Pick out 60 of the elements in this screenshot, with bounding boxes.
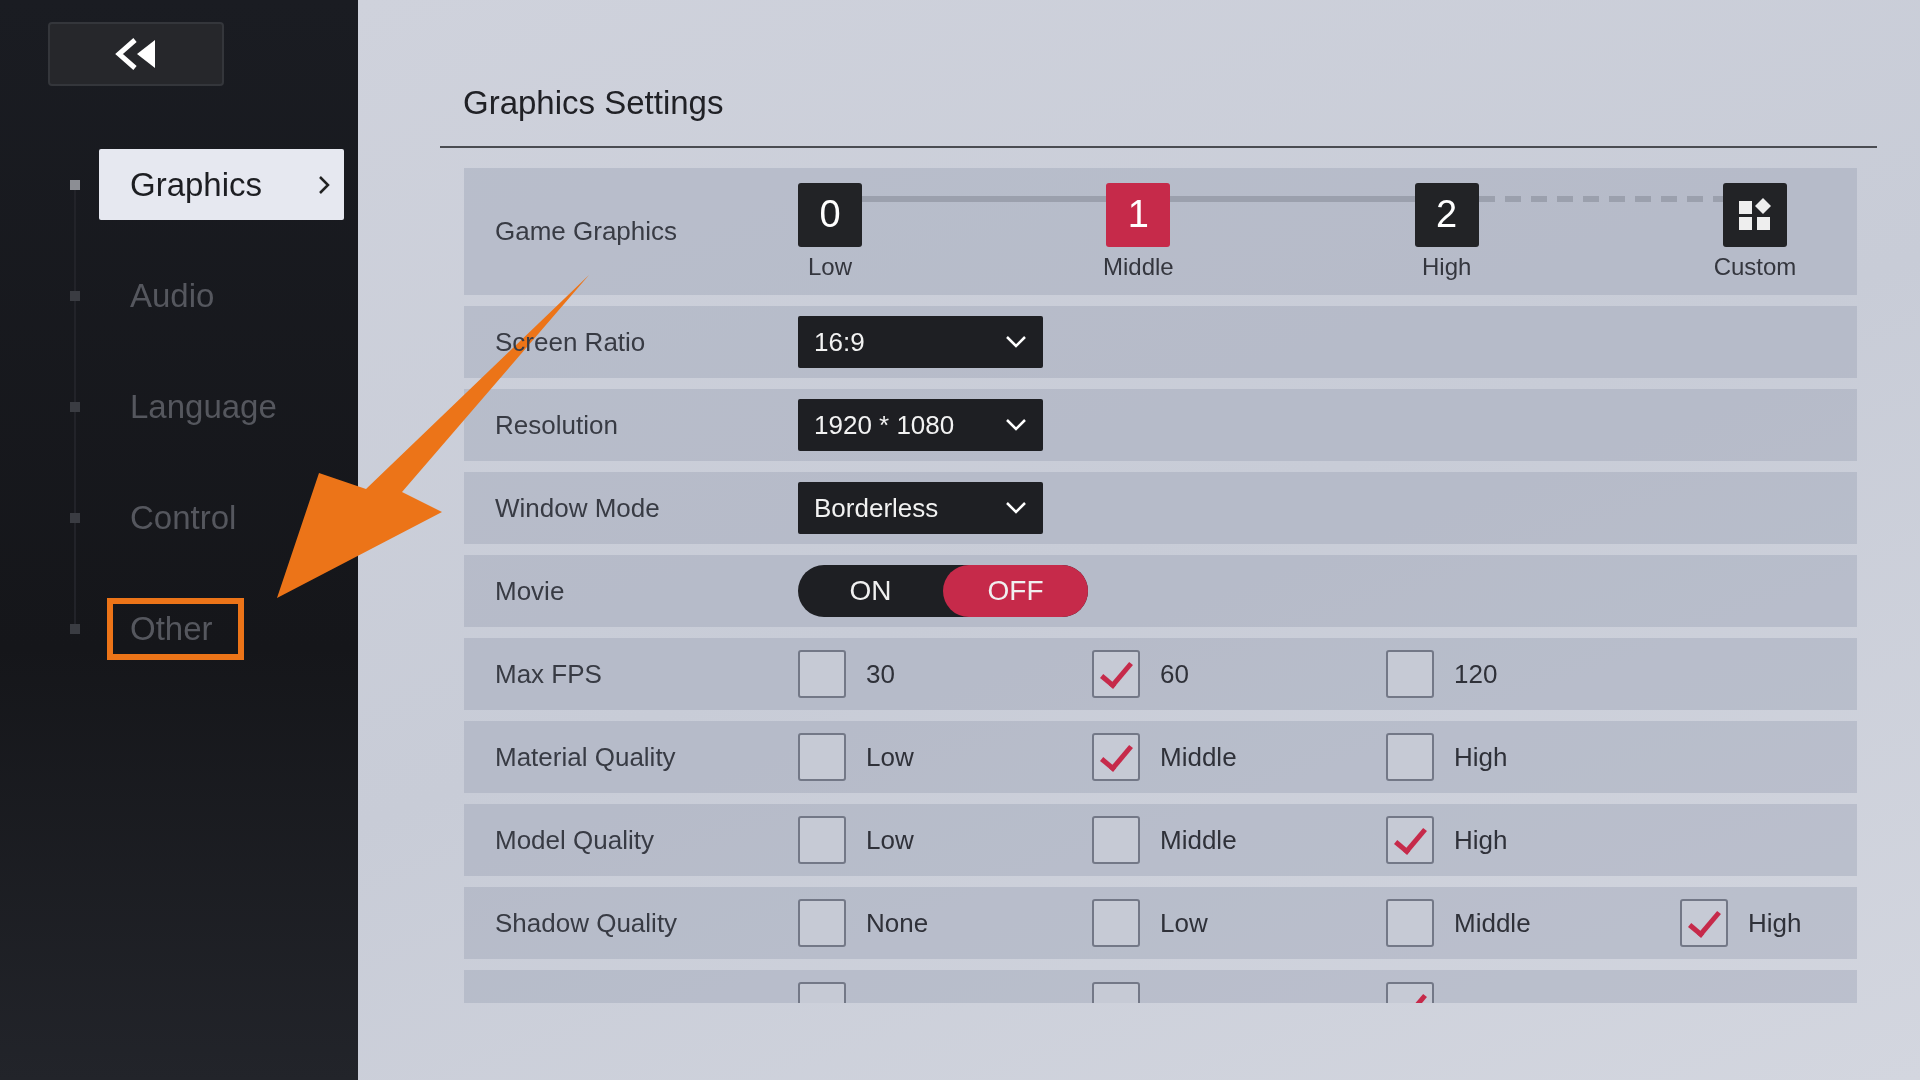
chevron-down-icon	[1005, 501, 1027, 515]
preset-label: Middle	[1103, 252, 1174, 281]
preset-button[interactable]: 2	[1414, 182, 1479, 247]
setting-label: Window Mode	[495, 492, 661, 524]
setting-label: Resolution	[495, 409, 619, 441]
checkbox[interactable]	[1386, 816, 1434, 864]
option-label: Low	[866, 741, 914, 773]
checkbox[interactable]	[1680, 899, 1728, 947]
option-label: Middle	[1160, 741, 1237, 773]
toggle-option[interactable]: OFF	[943, 565, 1088, 617]
nav-bullet	[70, 290, 80, 301]
preset-label: High	[1421, 252, 1472, 281]
checkbox[interactable]	[1386, 733, 1434, 781]
checkbox[interactable]	[1092, 733, 1140, 781]
panel-title: Graphics Settings	[462, 83, 725, 123]
option-label: 30	[866, 658, 895, 690]
checkbox[interactable]	[1386, 650, 1434, 698]
checkbox[interactable]	[1386, 899, 1434, 947]
custom-preset-button[interactable]	[1723, 182, 1787, 247]
option-label: Middle	[1454, 907, 1531, 939]
checkbox[interactable]	[1092, 816, 1140, 864]
chevron-down-icon	[1005, 418, 1027, 432]
dropdown[interactable]: Borderless	[798, 482, 1043, 534]
checkbox[interactable]	[798, 899, 846, 947]
checkbox[interactable]	[1092, 899, 1140, 947]
preset-label: Custom	[1713, 252, 1797, 281]
setting-label: Model Quality	[495, 824, 655, 856]
setting-label: Game Graphics	[495, 216, 679, 247]
option-label: Low	[1160, 907, 1208, 939]
option-label: Low	[866, 824, 914, 856]
setting-label: Shadow Quality	[495, 907, 679, 939]
checkbox[interactable]	[798, 816, 846, 864]
dropdown[interactable]: 1920 * 1080	[798, 399, 1043, 451]
setting-label: Material Quality	[495, 741, 677, 773]
nav-bullet	[70, 623, 80, 634]
chevron-right-icon	[318, 174, 330, 195]
chevron-down-icon	[1005, 335, 1027, 349]
nav-bullet	[70, 401, 80, 412]
option-label: Middle	[1160, 824, 1237, 856]
nav-bullet	[70, 512, 80, 523]
option-label: 120	[1454, 658, 1498, 690]
preset-label: Low	[808, 252, 852, 281]
preset-button[interactable]: 1	[1106, 182, 1171, 247]
setting-label: Max FPS	[495, 658, 603, 690]
option-label: None	[866, 907, 929, 939]
grid-icon	[1738, 197, 1772, 232]
dropdown[interactable]: 16:9	[798, 316, 1043, 368]
option-label: 60	[1160, 658, 1189, 690]
back-button[interactable]	[48, 22, 224, 86]
checkbox[interactable]	[798, 650, 846, 698]
option-label: High	[1748, 907, 1802, 939]
option-label: High	[1454, 824, 1508, 856]
checkbox[interactable]	[1092, 650, 1140, 698]
nav-bullet	[70, 179, 80, 190]
setting-label: Movie	[495, 575, 566, 607]
checkbox[interactable]	[798, 733, 846, 781]
option-label: High	[1454, 741, 1508, 773]
sidebar-tab[interactable]: Graphics	[99, 149, 344, 220]
preset-button[interactable]: 0	[798, 182, 862, 247]
toggle-option[interactable]: ON	[798, 565, 943, 617]
